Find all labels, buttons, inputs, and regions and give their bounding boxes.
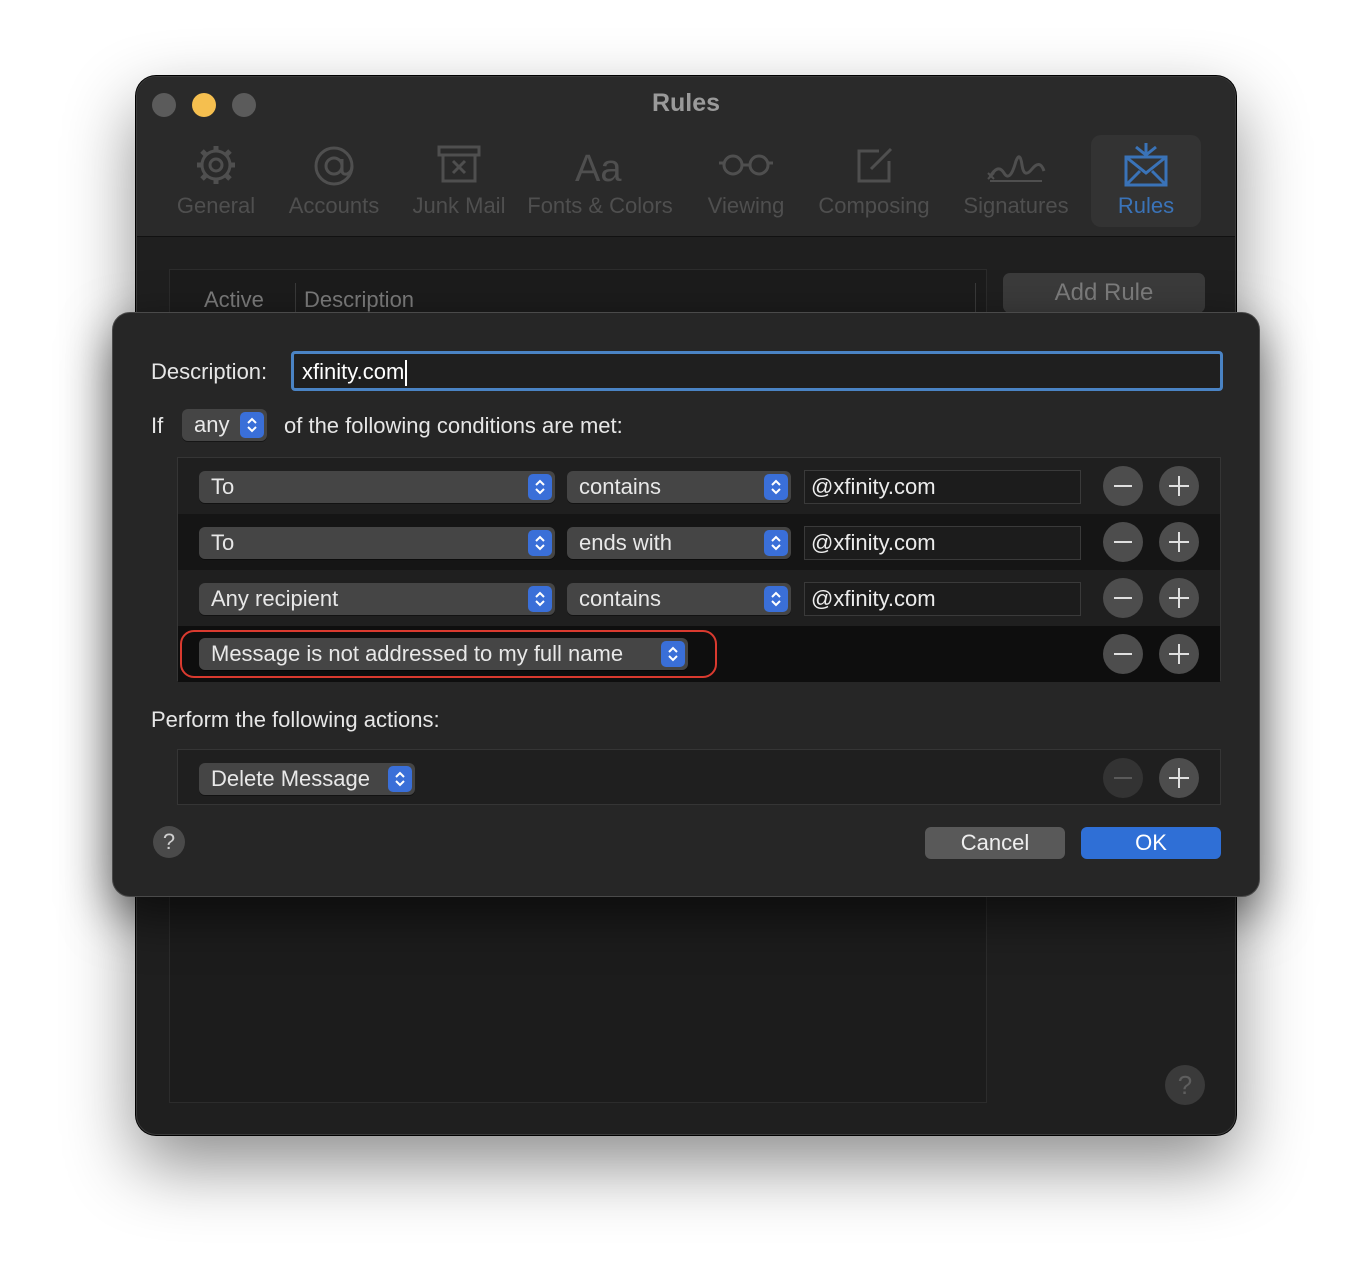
chevron-updown-icon [764,586,788,612]
tab-general-label: General [176,193,256,218]
column-active[interactable]: Active [204,287,264,313]
chevron-updown-icon [764,474,788,500]
add-condition-button[interactable] [1159,634,1199,674]
tab-fonts-colors[interactable]: Aa Fonts & Colors [515,135,685,227]
column-separator [295,283,296,313]
tab-viewing[interactable]: Viewing [685,135,807,227]
rules-icon [1124,143,1168,187]
remove-condition-button[interactable] [1103,466,1143,506]
condition-value-field[interactable]: @xfinity.com [804,526,1081,560]
signature-icon [987,155,1046,182]
preferences-tabs: General Accounts Junk Mail Aa Fonts & Co… [167,135,1201,227]
condition-row: Message is not addressed to my full name [178,626,1220,682]
tab-composing[interactable]: Composing [807,135,941,227]
condition-value-field[interactable]: @xfinity.com [804,582,1081,616]
condition-field: Any recipient [211,586,339,611]
add-condition-button[interactable] [1159,466,1199,506]
text-caret [405,360,408,387]
add-rule-button[interactable]: Add Rule [1003,273,1205,313]
plus-icon [1169,476,1189,496]
rule-sheet: Description: xfinity.com If any of the f… [112,312,1260,897]
chevron-updown-icon [764,530,788,556]
help-button[interactable]: ? [153,826,185,858]
plus-icon [1169,532,1189,552]
junk-icon [437,145,481,183]
highlight-annotation [180,630,717,678]
svg-text:Aa: Aa [575,148,622,187]
tab-viewing-label: Viewing [707,193,785,218]
minus-icon [1114,597,1132,599]
tab-signatures-label: Signatures [963,193,1069,218]
ok-button[interactable]: OK [1081,827,1221,859]
minus-icon [1114,485,1132,487]
condition-operator: contains [579,474,661,499]
condition-field-popup[interactable]: To [199,471,555,503]
condition-operator-popup[interactable]: contains [567,583,791,615]
remove-condition-button[interactable] [1103,578,1143,618]
tab-accounts[interactable]: Accounts [265,135,403,227]
add-action-button[interactable] [1159,758,1199,798]
remove-condition-button[interactable] [1103,634,1143,674]
condition-operator: contains [579,586,661,611]
toolbar: Rules General Accounts Junk Mail Aa Font… [137,77,1235,237]
condition-operator-popup[interactable]: ends with [567,527,791,559]
action-popup[interactable]: Delete Message [199,763,415,795]
tab-junk-mail[interactable]: Junk Mail [403,135,515,227]
conditions-list: To contains @xfinity.com To ends with @x… [177,457,1221,682]
plus-icon [1169,768,1189,788]
condition-field: To [211,474,235,499]
minus-icon [1114,541,1132,543]
tab-rules[interactable]: Rules [1091,135,1201,227]
plus-icon [1169,644,1189,664]
add-condition-button[interactable] [1159,578,1199,618]
remove-condition-button[interactable] [1103,522,1143,562]
condition-value-field[interactable]: @xfinity.com [804,470,1081,504]
description-value: xfinity.com [302,359,405,384]
condition-operator: ends with [579,530,672,555]
remove-action-button[interactable] [1103,758,1143,798]
if-label: If [151,413,164,438]
action-value: Delete Message [211,766,370,791]
tab-fonts-colors-label: Fonts & Colors [527,193,673,218]
chevron-updown-icon [388,766,412,792]
column-description[interactable]: Description [304,287,414,313]
match-value: any [194,412,230,437]
compose-icon [857,147,893,183]
condition-row: To contains @xfinity.com [178,458,1220,514]
tab-accounts-label: Accounts [288,193,380,218]
condition-field-popup[interactable]: Any recipient [199,583,555,615]
fonts-icon: Aa [575,148,622,187]
help-button[interactable]: ? [1165,1065,1205,1105]
condition-operator-popup[interactable]: contains [567,471,791,503]
match-popup[interactable]: any [182,409,267,441]
condition-row: To ends with @xfinity.com [178,514,1220,570]
cancel-button[interactable]: Cancel [925,827,1065,859]
column-separator [975,283,976,313]
minus-icon [1114,653,1132,655]
at-icon [314,146,354,186]
add-condition-button[interactable] [1159,522,1199,562]
tab-general[interactable]: General [167,135,265,227]
tab-composing-label: Composing [818,193,930,218]
plus-icon [1169,588,1189,608]
conditions-label: of the following conditions are met: [284,413,623,438]
description-input[interactable]: xfinity.com [291,351,1223,391]
chevron-updown-icon [240,412,264,438]
chevron-updown-icon [528,586,552,612]
tab-signatures[interactable]: Signatures [941,135,1091,227]
description-label: Description: [151,359,268,384]
actions-label: Perform the following actions: [151,707,440,732]
window-title: Rules [651,89,721,117]
condition-row: Any recipient contains @xfinity.com [178,570,1220,626]
gear-icon [197,146,235,184]
tab-rules-label: Rules [1117,193,1175,218]
minus-icon [1114,777,1132,779]
actions-list: Delete Message [177,749,1221,805]
condition-field: To [211,530,235,555]
chevron-updown-icon [528,474,552,500]
tab-junk-mail-label: Junk Mail [412,193,506,218]
chevron-updown-icon [528,530,552,556]
condition-field-popup[interactable]: To [199,527,555,559]
glasses-icon [719,154,773,176]
